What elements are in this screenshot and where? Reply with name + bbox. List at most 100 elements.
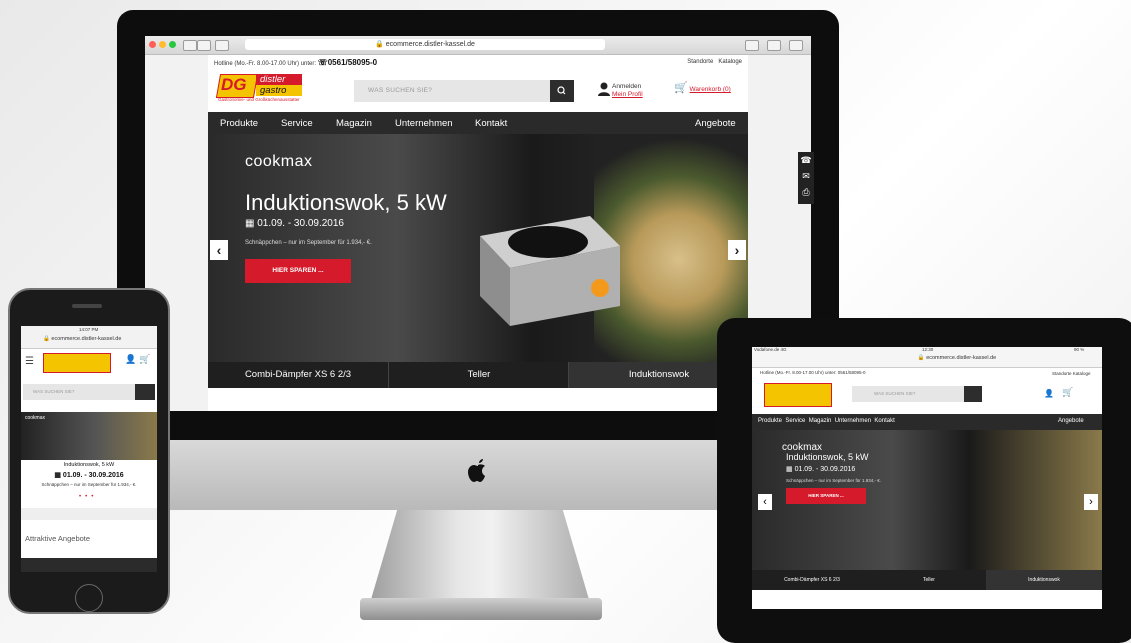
- tablet-search-button[interactable]: [964, 386, 982, 402]
- nav-service[interactable]: Service: [281, 118, 313, 129]
- phone-bottom-toolbar: [21, 558, 157, 572]
- tablet-top-links[interactable]: Standorte Kataloge: [1052, 371, 1091, 376]
- search-input[interactable]: WAS SUCHEN SIE?: [354, 80, 550, 102]
- zoom-window-icon[interactable]: [169, 41, 176, 48]
- print-icon[interactable]: ⎙: [798, 184, 814, 200]
- apple-logo-icon: [468, 459, 485, 482]
- phone-hero-image: cookmax: [21, 412, 157, 460]
- logo-letters: DG: [221, 75, 247, 94]
- user-icon[interactable]: [598, 82, 610, 96]
- search-icon: [557, 86, 566, 95]
- hero-brand: cookmax: [245, 153, 313, 170]
- cart-label: Warenkorb (0): [689, 86, 731, 93]
- cart-icon: 🛒: [674, 82, 688, 94]
- speaker: [72, 304, 102, 308]
- back-icon[interactable]: [183, 40, 197, 51]
- share-icon[interactable]: [745, 40, 759, 51]
- close-window-icon[interactable]: [149, 41, 156, 48]
- tablet-hotline: Hotline (Mo.-Fr. 8.00-17.00 Uhr) unter: …: [760, 370, 866, 375]
- hero-cta-button[interactable]: HIER SPAREN ...: [245, 259, 351, 283]
- link-standorte[interactable]: Standorte: [687, 59, 713, 65]
- tablet-url[interactable]: 🔒 ecommerce.distler-kassel.de: [882, 355, 1032, 361]
- tab-teller[interactable]: Teller: [388, 362, 569, 388]
- forward-icon[interactable]: [197, 40, 211, 51]
- phone-search-button[interactable]: [135, 384, 155, 400]
- logo-line1: distler: [260, 74, 286, 85]
- nav-produkte[interactable]: Produkte: [220, 118, 258, 129]
- tablet-hero: cookmax Induktionswok, 5 kW ▦ 01.09. - 3…: [752, 430, 1102, 570]
- nav-unternehmen[interactable]: Unternehmen: [395, 118, 453, 129]
- side-contact-bar: ☎ ✉ ⎙: [798, 152, 814, 204]
- sidebar-icon[interactable]: [215, 40, 229, 51]
- link-kataloge[interactable]: Kataloge: [718, 59, 742, 65]
- phone-brand: cookmax: [25, 415, 46, 421]
- phone-search-input[interactable]: WAS SUCHEN SIE?: [23, 384, 135, 400]
- browser-toolbar: 🔒 ecommerce.distler-kassel.de: [145, 36, 811, 55]
- tablet-cta-button[interactable]: HIER SPAREN ...: [786, 488, 866, 504]
- url-text: ecommerce.distler-kassel.de: [385, 41, 475, 48]
- home-button[interactable]: [75, 584, 103, 612]
- induction-wok-image: [480, 216, 620, 326]
- iphone: 14:07 PM 🔒 ecommerce.distler-kassel.de ☰…: [8, 288, 170, 614]
- tablet-next-icon[interactable]: ›: [1084, 494, 1098, 510]
- tablet-screen: Vodafone.de 4G 12:30 90 % 🔒 ecommerce.di…: [752, 347, 1102, 609]
- tablet-cart-icon[interactable]: 🛒: [1062, 387, 1073, 398]
- phone-screen: 14:07 PM 🔒 ecommerce.distler-kassel.de ☰…: [21, 326, 157, 572]
- account-links: Anmelden Mein Profil: [612, 83, 643, 99]
- nav-angebote[interactable]: Angebote: [695, 118, 736, 129]
- tablet-search-input[interactable]: WAS SUCHEN SIE?: [852, 386, 964, 402]
- logo-tagline: Gastronomie- und Großküchenausstatter: [218, 97, 300, 102]
- phone-user-icon[interactable]: 👤: [125, 354, 136, 365]
- mail-icon[interactable]: ✉: [798, 168, 814, 184]
- hotline-number[interactable]: 0561/58095-0: [328, 58, 377, 67]
- tablet-tab-combi[interactable]: Combi-Dämpfer XS 6 2/3: [752, 570, 872, 590]
- logo-line2: gastro: [260, 85, 287, 96]
- tablet-prev-icon[interactable]: ‹: [758, 494, 772, 510]
- phone-hero-subtitle: Schnäppchen – nur im September für 1.934…: [41, 482, 137, 487]
- profile-link[interactable]: Mein Profil: [612, 91, 643, 98]
- hotline: Hotline (Mo.-Fr. 8.00-17.00 Uhr) unter: …: [214, 58, 377, 67]
- hero-subtitle: Schnäppchen – nur im September für 1.934…: [245, 240, 372, 246]
- ipad: Vodafone.de 4G 12:30 90 % 🔒 ecommerce.di…: [717, 318, 1131, 643]
- tablet-tab-induktionswok[interactable]: Induktionswok: [986, 570, 1102, 590]
- minimize-window-icon[interactable]: [159, 41, 166, 48]
- phone-icon: ☏: [317, 58, 328, 67]
- tablet-time: 12:30: [922, 347, 934, 352]
- next-slide-icon[interactable]: ›: [728, 240, 746, 260]
- tablet-nav-angebote[interactable]: Angebote: [1058, 418, 1084, 424]
- tablet-status: Vodafone.de 4G: [754, 347, 787, 352]
- tablet-logo[interactable]: [764, 383, 832, 407]
- search-button[interactable]: [550, 80, 574, 102]
- phone-browser-bar: 14:07 PM 🔒 ecommerce.distler-kassel.de: [21, 326, 157, 349]
- phone-time: 14:07 PM: [79, 327, 99, 332]
- tablet-tabs: Combi-Dämpfer XS 6 2/3 Teller Induktions…: [752, 570, 1102, 590]
- download-icon[interactable]: [789, 40, 803, 51]
- main-nav: Produkte Service Magazin Unternehmen Kon…: [208, 112, 748, 134]
- nav-kontakt[interactable]: Kontakt: [475, 118, 507, 129]
- tabs-icon[interactable]: [767, 40, 781, 51]
- prev-slide-icon[interactable]: ‹: [210, 240, 228, 260]
- logo[interactable]: DG distler gastro Gastronomie- und Großk…: [215, 74, 302, 104]
- slider-tabs: Combi-Dämpfer XS 6 2/3 Teller Induktions…: [208, 362, 748, 388]
- menu-icon[interactable]: ☰: [25, 356, 34, 367]
- nav-magazin[interactable]: Magazin: [336, 118, 372, 129]
- cart[interactable]: 🛒 Warenkorb (0): [674, 81, 731, 94]
- tablet-tab-teller[interactable]: Teller: [872, 570, 986, 590]
- tablet-user-icon[interactable]: 👤: [1044, 389, 1054, 398]
- tablet-browser-bar: Vodafone.de 4G 12:30 90 % 🔒 ecommerce.di…: [752, 347, 1102, 368]
- hotline-label: Hotline (Mo.-Fr. 8.00-17.00 Uhr) unter:: [214, 61, 317, 67]
- phone-url[interactable]: 🔒 ecommerce.distler-kassel.de: [43, 336, 121, 342]
- lock-icon: 🔒: [375, 41, 384, 48]
- top-links: Standorte Kataloge: [687, 59, 742, 65]
- phone-icon[interactable]: ☎: [798, 152, 814, 168]
- tab-combi-daempfer[interactable]: Combi-Dämpfer XS 6 2/3: [208, 362, 388, 388]
- tablet-hero-date: ▦ 01.09. - 30.09.2016: [786, 466, 856, 473]
- tablet-hero-title: Induktionswok, 5 kW: [786, 452, 869, 462]
- phone-logo[interactable]: [43, 353, 111, 373]
- slider-dots[interactable]: •••: [79, 494, 97, 500]
- tablet-nav-items[interactable]: Produkte Service Magazin Unternehmen Kon…: [758, 418, 895, 424]
- login-link[interactable]: Anmelden: [612, 83, 643, 91]
- address-bar[interactable]: 🔒 ecommerce.distler-kassel.de: [245, 39, 605, 50]
- tablet-battery: 90 %: [1074, 347, 1085, 352]
- phone-cart-icon[interactable]: 🛒: [139, 354, 150, 365]
